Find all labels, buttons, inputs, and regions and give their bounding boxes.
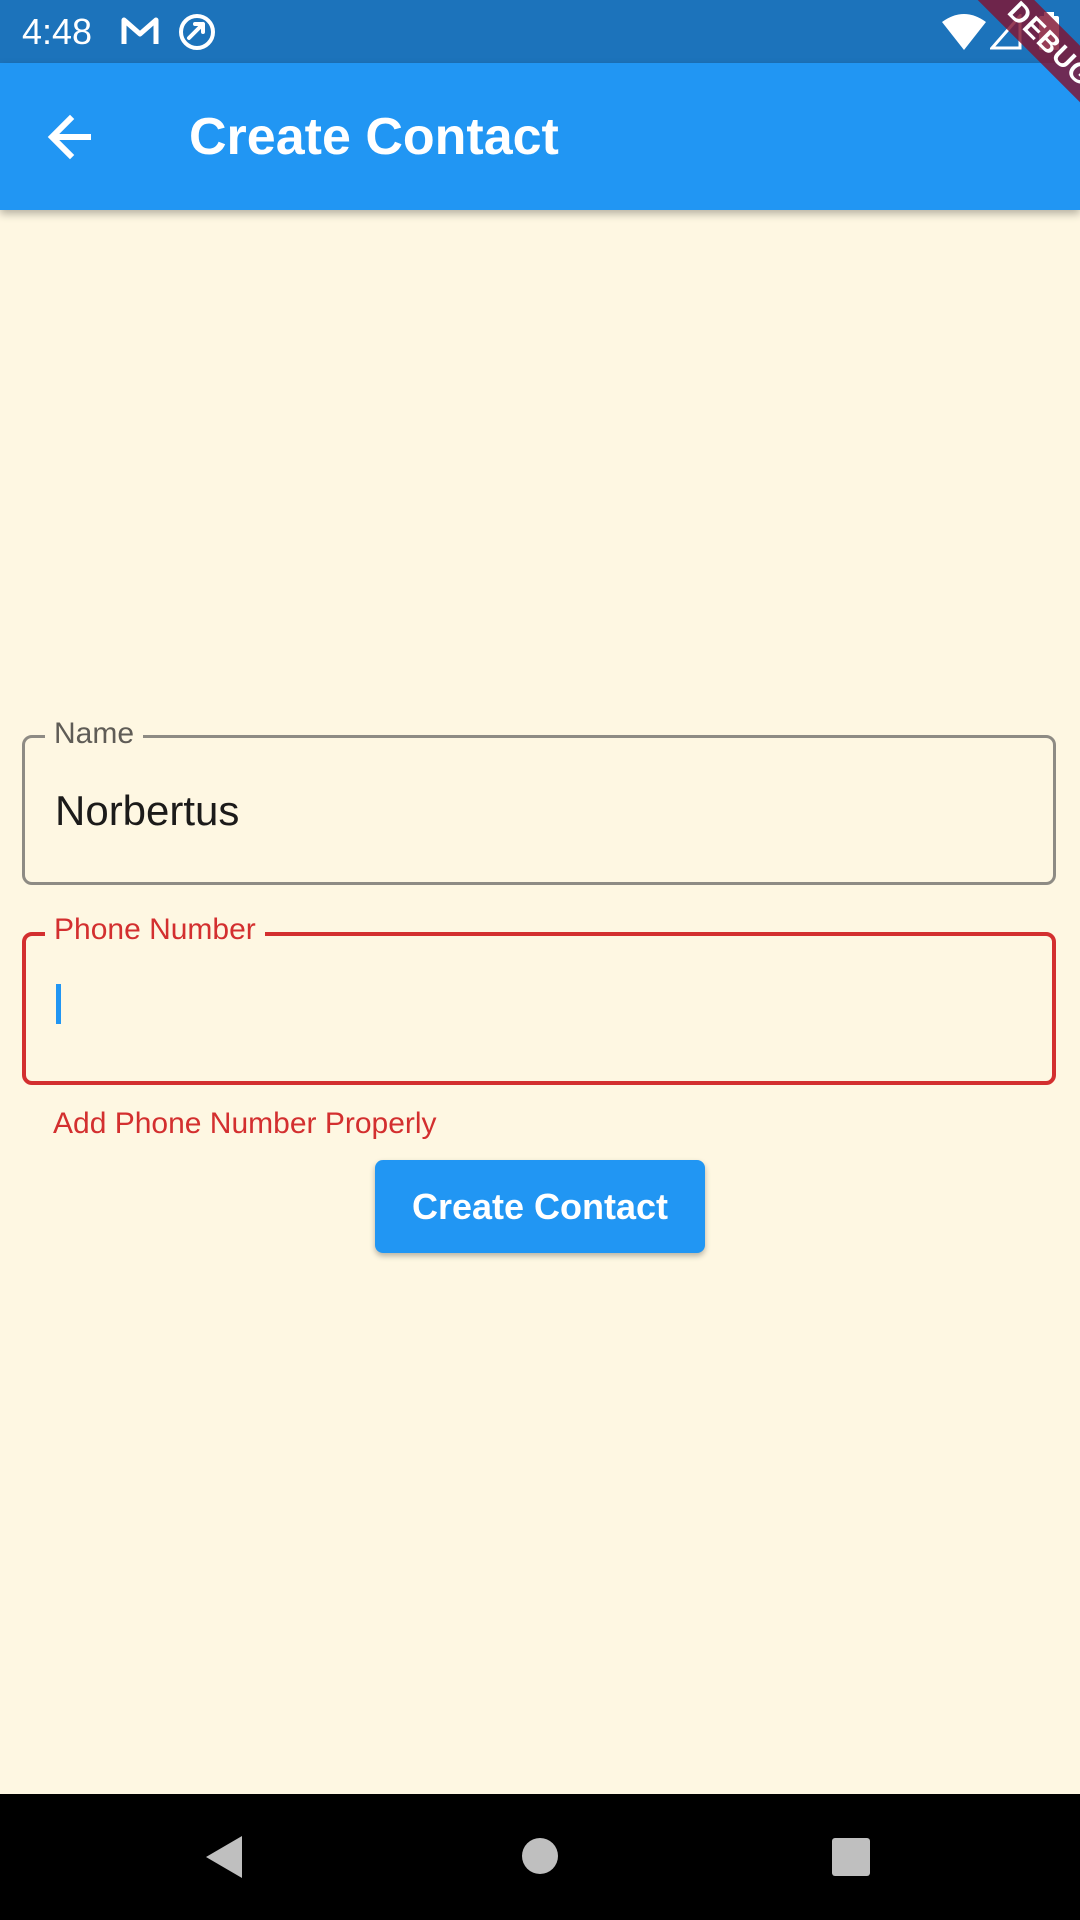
name-field-value[interactable]: Norbertus: [55, 786, 239, 836]
wifi-icon: [942, 14, 986, 50]
system-nav-bar: [0, 1794, 1080, 1920]
phone-number-label: Phone Number: [45, 912, 265, 948]
nav-home-icon[interactable]: [521, 1837, 559, 1875]
battery-icon: [1039, 12, 1059, 50]
text-cursor: [56, 984, 61, 1024]
phone-number-error: Add Phone Number Properly: [53, 1107, 437, 1140]
create-contact-button[interactable]: Create Contact: [375, 1160, 705, 1253]
arrow-back-icon[interactable]: [38, 103, 106, 171]
nav-back-icon[interactable]: [202, 1834, 246, 1880]
page-title: Create Contact: [189, 108, 559, 166]
app-bar: Create Contact: [0, 63, 1080, 210]
phone-number-field[interactable]: Phone Number: [22, 912, 1056, 1085]
gmail-icon: [121, 17, 159, 44]
status-time: 4:48: [22, 11, 93, 52]
name-field-label: Name: [45, 716, 144, 752]
status-bar: 4:48: [0, 0, 1080, 63]
nav-recents-icon[interactable]: [831, 1837, 871, 1877]
sync-icon: [179, 14, 215, 50]
name-field[interactable]: Name Norbertus: [22, 716, 1056, 885]
signal-icon: [990, 14, 1022, 50]
phone-number-input[interactable]: [54, 976, 1018, 1038]
